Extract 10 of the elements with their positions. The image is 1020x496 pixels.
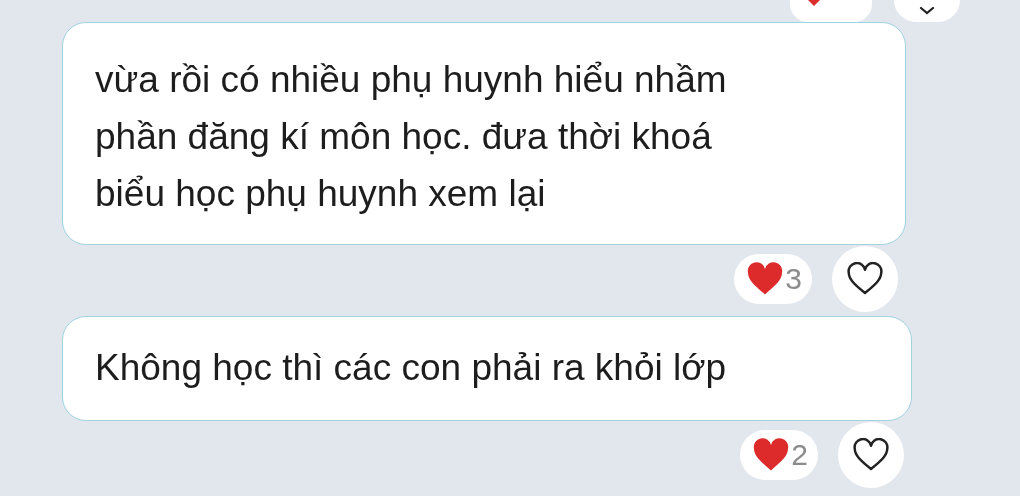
chevron-down-icon <box>919 7 935 15</box>
reaction-count: 2 <box>791 438 808 472</box>
heart-icon <box>746 262 785 296</box>
message-bubble: Không học thì các con phải ra khỏi lớp <box>62 316 912 421</box>
more-button[interactable] <box>894 0 960 22</box>
reaction-pill[interactable]: 2 <box>740 430 818 480</box>
reaction-count: 3 <box>785 262 802 296</box>
reaction-pill[interactable]: 3 <box>734 254 812 304</box>
message-bubble: vừa rồi có nhiều phụ huynh hiểu nhầm phần đăng kí môn học. đưa thời khoá biểu học phụ huynh xem lại <box>62 22 906 245</box>
heart-icon <box>752 438 791 472</box>
